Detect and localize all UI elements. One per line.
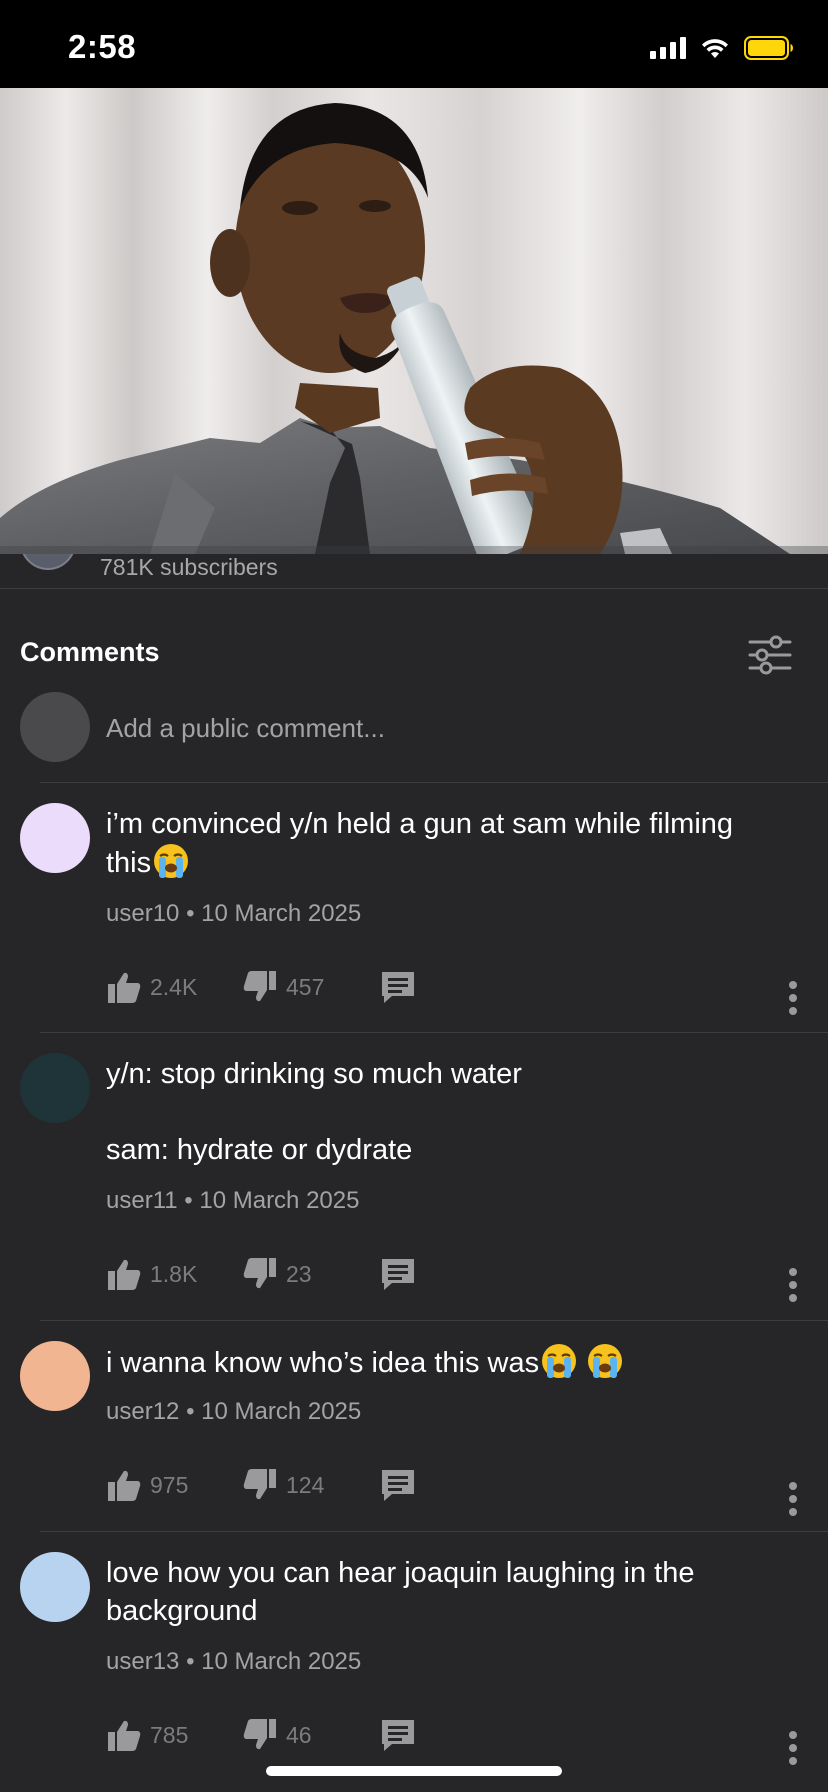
thumbs-down-icon	[243, 1258, 276, 1289]
thumbs-down-icon	[243, 1469, 276, 1500]
video-frame-image	[0, 88, 828, 554]
thumbs-up-icon	[108, 972, 141, 1003]
comment-actions: 785 46	[106, 1718, 706, 1758]
like-count: 975	[150, 1471, 189, 1498]
thumbs-up-icon	[108, 1470, 141, 1501]
comment-date: 10 March 2025	[201, 1648, 362, 1675]
reply-comment-icon	[382, 972, 414, 1003]
more-options-icon[interactable]	[786, 1481, 800, 1517]
commenter-avatar[interactable]	[20, 1053, 90, 1123]
more-options-icon[interactable]	[786, 980, 800, 1016]
loudly-crying-face-icon	[153, 843, 189, 879]
reply-button[interactable]	[380, 1257, 416, 1291]
commenter-avatar[interactable]	[20, 1341, 90, 1411]
divider	[40, 782, 828, 783]
comment-item: i wanna know who’s idea this was user12 …	[0, 1341, 828, 1529]
battery-icon	[744, 36, 794, 60]
comment-text: i’m convinced y/n held a gun at sam whil…	[106, 808, 734, 879]
comment-meta: user13 • 10 March 2025	[106, 1648, 362, 1675]
dislike-count: 124	[286, 1471, 325, 1498]
divider	[40, 1320, 828, 1321]
comment-meta: user10 • 10 March 2025	[106, 900, 362, 927]
thumbs-up-icon	[108, 1259, 141, 1290]
status-bar: 2:58	[0, 0, 828, 88]
dislike-button[interactable]: 46	[242, 1718, 312, 1752]
comment-date: 10 March 2025	[201, 900, 362, 927]
comment-date: 10 March 2025	[199, 1187, 360, 1214]
video-player[interactable]	[0, 88, 828, 554]
loudly-crying-face-icon	[541, 1343, 577, 1379]
dislike-count: 23	[286, 1260, 312, 1287]
sort-filter-icon[interactable]	[748, 634, 792, 676]
comment-date: 10 March 2025	[201, 1398, 362, 1425]
comment-author[interactable]: user11	[106, 1187, 178, 1214]
comment-item: i’m convinced y/n held a gun at sam whil…	[0, 803, 828, 1030]
loudly-crying-face-icon	[587, 1343, 623, 1379]
comment-text: y/n: stop drinking so much water sam: hy…	[106, 1058, 522, 1166]
comment-author[interactable]: user12	[106, 1398, 179, 1425]
home-indicator[interactable]	[266, 1766, 562, 1776]
reply-comment-icon	[382, 1259, 414, 1290]
thumbs-up-icon	[108, 1720, 141, 1751]
like-button[interactable]: 1.8K	[106, 1257, 197, 1291]
status-time: 2:58	[68, 28, 137, 65]
comment-meta: user11 • 10 March 2025	[106, 1187, 360, 1214]
comment-actions: 975 124	[106, 1468, 706, 1508]
dislike-count: 457	[286, 973, 325, 1000]
reply-comment-icon	[382, 1470, 414, 1501]
commenter-avatar[interactable]	[20, 1552, 90, 1622]
like-count: 785	[150, 1721, 189, 1748]
reply-button[interactable]	[380, 970, 416, 1004]
thumbs-down-icon	[243, 971, 276, 1002]
thumbs-down-icon	[243, 1719, 276, 1750]
comment-actions: 2.4K 457	[106, 970, 706, 1010]
wifi-icon	[700, 37, 730, 59]
dislike-button[interactable]: 23	[242, 1257, 312, 1291]
comment-actions: 1.8K 23	[106, 1257, 706, 1297]
comment-meta: user12 • 10 March 2025	[106, 1398, 362, 1425]
comment-text: love how you can hear joaquin laughing i…	[106, 1557, 695, 1627]
dislike-button[interactable]: 124	[242, 1468, 324, 1502]
comment-item: love how you can hear joaquin laughing i…	[0, 1552, 828, 1782]
comment-author[interactable]: user13	[106, 1648, 179, 1675]
channel-row[interactable]: 781K subscribers	[0, 554, 828, 589]
divider	[40, 1032, 828, 1033]
status-icons	[650, 36, 794, 60]
reply-comment-icon	[382, 1720, 414, 1751]
comments-title: Comments	[20, 637, 160, 667]
channel-avatar[interactable]	[20, 554, 76, 570]
cellular-signal-icon	[650, 37, 686, 59]
more-options-icon[interactable]	[786, 1730, 800, 1766]
comment-item: y/n: stop drinking so much water sam: hy…	[0, 1053, 828, 1318]
like-count: 1.8K	[150, 1260, 198, 1287]
more-options-icon[interactable]	[786, 1267, 800, 1303]
comment-text: i wanna know who’s idea this was	[106, 1343, 746, 1382]
like-button[interactable]: 975	[106, 1468, 188, 1502]
reply-button[interactable]	[380, 1468, 416, 1502]
divider	[40, 1531, 828, 1532]
comment-author[interactable]: user10	[106, 900, 179, 927]
dislike-count: 46	[286, 1721, 312, 1748]
reply-button[interactable]	[380, 1718, 416, 1752]
like-count: 2.4K	[150, 973, 198, 1000]
like-button[interactable]: 785	[106, 1718, 188, 1752]
subscriber-count: 781K subscribers	[100, 554, 278, 580]
add-comment-input[interactable]: Add a public comment...	[106, 713, 385, 744]
current-user-avatar	[20, 692, 90, 762]
commenter-avatar[interactable]	[20, 803, 90, 873]
dislike-button[interactable]: 457	[242, 970, 324, 1004]
like-button[interactable]: 2.4K	[106, 970, 197, 1004]
